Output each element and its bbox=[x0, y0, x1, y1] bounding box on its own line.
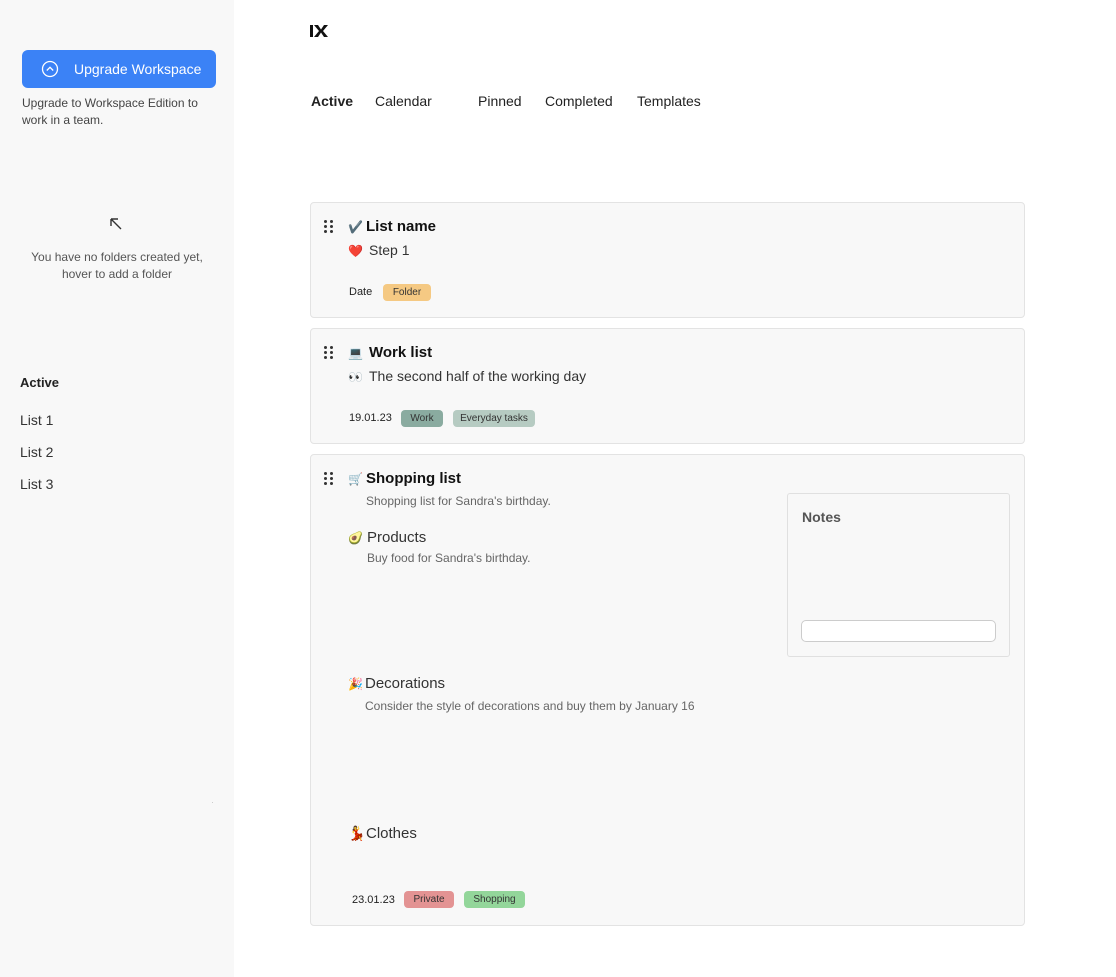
notes-panel: Notes bbox=[787, 493, 1010, 657]
tab-active[interactable]: Active bbox=[311, 93, 353, 109]
tag-private[interactable]: Private bbox=[404, 891, 454, 908]
card-date[interactable]: Date bbox=[349, 286, 372, 298]
sidebar-item-list-3[interactable]: List 3 bbox=[20, 476, 53, 508]
card-date[interactable]: 23.01.23 bbox=[352, 894, 395, 906]
tag-folder[interactable]: Folder bbox=[383, 284, 431, 301]
folders-empty-note[interactable]: You have no folders created yet, hover t… bbox=[20, 249, 214, 283]
tab-templates[interactable]: Templates bbox=[637, 93, 701, 109]
card-title[interactable]: Shopping list bbox=[366, 470, 461, 487]
sidebar-item-list-1[interactable]: List 1 bbox=[20, 412, 53, 444]
notes-input[interactable] bbox=[801, 620, 996, 642]
tab-completed[interactable]: Completed bbox=[545, 93, 613, 109]
arrow-up-left-icon bbox=[108, 216, 124, 232]
item-title[interactable]: Clothes bbox=[366, 825, 417, 842]
item-title[interactable]: Decorations bbox=[365, 675, 445, 692]
card-step[interactable]: The second half of the working day bbox=[369, 368, 586, 384]
list-card[interactable]: ✔️ List name ❤️ Step 1 Date Folder bbox=[310, 202, 1025, 318]
item-description[interactable]: Consider the style of decorations and bu… bbox=[365, 696, 725, 717]
card-title[interactable]: Work list bbox=[369, 344, 432, 361]
upgrade-icon bbox=[41, 60, 59, 78]
notes-title: Notes bbox=[802, 509, 841, 525]
party-popper-icon: 🎉 bbox=[348, 677, 363, 691]
app-logo-icon[interactable] bbox=[310, 23, 328, 39]
drag-handle-icon[interactable] bbox=[324, 220, 334, 234]
laptop-icon: 💻 bbox=[348, 346, 363, 360]
upgrade-workspace-label: Upgrade Workspace bbox=[74, 61, 202, 77]
upgrade-note: Upgrade to Workspace Edition to work in … bbox=[22, 96, 198, 127]
list-card[interactable]: 💻 Work list 👀 The second half of the wor… bbox=[310, 328, 1025, 444]
decorative-dot bbox=[212, 802, 213, 803]
drag-handle-icon[interactable] bbox=[324, 472, 334, 486]
card-step[interactable]: Step 1 bbox=[369, 242, 409, 258]
tag-everyday-tasks[interactable]: Everyday tasks bbox=[453, 410, 535, 427]
checkmark-icon: ✔️ bbox=[348, 220, 363, 234]
card-date[interactable]: 19.01.23 bbox=[349, 412, 392, 424]
sidebar-list: List 1 List 2 List 3 bbox=[20, 412, 53, 508]
sidebar: Upgrade Workspace Upgrade to Workspace E… bbox=[0, 0, 234, 977]
heart-icon: ❤️ bbox=[348, 244, 363, 258]
upgrade-workspace-button[interactable]: Upgrade Workspace bbox=[22, 50, 216, 88]
sidebar-item-list-2[interactable]: List 2 bbox=[20, 444, 53, 476]
card-title[interactable]: List name bbox=[366, 218, 436, 235]
card-description[interactable]: Shopping list for Sandra's birthday. bbox=[366, 491, 551, 512]
item-title[interactable]: Products bbox=[367, 529, 426, 546]
drag-handle-icon[interactable] bbox=[324, 346, 334, 360]
eyes-icon: 👀 bbox=[348, 370, 363, 384]
tag-work[interactable]: Work bbox=[401, 410, 443, 427]
dancer-icon: 💃 bbox=[348, 825, 366, 841]
shopping-cart-icon: 🛒 bbox=[348, 472, 363, 486]
tab-calendar[interactable]: Calendar bbox=[375, 93, 432, 109]
avocado-icon: 🥑 bbox=[348, 531, 363, 545]
tab-pinned[interactable]: Pinned bbox=[478, 93, 522, 109]
sidebar-section-active: Active bbox=[20, 375, 60, 390]
tag-shopping[interactable]: Shopping bbox=[464, 891, 525, 908]
item-description[interactable]: Buy food for Sandra's birthday. bbox=[367, 548, 531, 569]
list-card[interactable]: 🛒 Shopping list Shopping list for Sandra… bbox=[310, 454, 1025, 926]
